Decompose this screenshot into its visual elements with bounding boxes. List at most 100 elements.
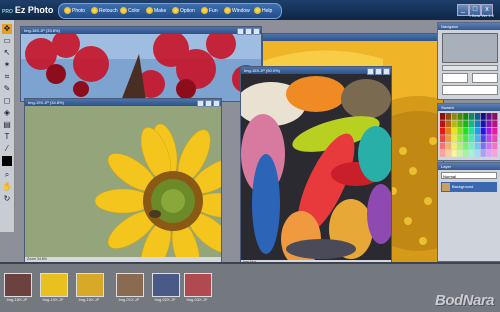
menu-item-color[interactable]: Color xyxy=(119,4,140,18)
swatch-cell[interactable] xyxy=(451,135,457,142)
swatch-cell[interactable] xyxy=(440,150,446,157)
swatch-cell[interactable] xyxy=(451,150,457,157)
thumbnail-image[interactable] xyxy=(184,273,212,297)
menu-item-retouch[interactable]: Retouch xyxy=(90,4,118,18)
swatch-cell[interactable] xyxy=(457,127,463,135)
swatch-cell[interactable] xyxy=(474,135,480,142)
minimize-icon[interactable] xyxy=(367,68,374,75)
maximize-icon[interactable] xyxy=(205,100,212,107)
swatch-cell[interactable] xyxy=(480,142,486,150)
swatch-cell[interactable] xyxy=(486,142,492,150)
swatch-cell[interactable] xyxy=(492,113,498,120)
swatch-cell[interactable] xyxy=(480,135,486,142)
close-icon[interactable] xyxy=(383,68,390,75)
swatch-cell[interactable] xyxy=(451,120,457,128)
swatch-cell[interactable] xyxy=(474,120,480,128)
swatch-cell[interactable] xyxy=(480,150,486,157)
swatch-cell[interactable] xyxy=(463,113,469,120)
gradient-tool-icon[interactable]: ▤ xyxy=(2,120,12,130)
swatch-cell[interactable] xyxy=(492,150,498,157)
swatch-cell[interactable] xyxy=(486,127,492,135)
lasso-tool-icon[interactable]: ↖ xyxy=(2,48,12,58)
minimize-button[interactable]: _ xyxy=(457,4,469,16)
swatch-cell[interactable] xyxy=(486,150,492,157)
swatch-cell[interactable] xyxy=(451,113,457,120)
swatch-cell[interactable] xyxy=(469,113,475,120)
rotate-tool-icon[interactable]: ↻ xyxy=(2,194,12,204)
move-tool-icon[interactable]: ✥ xyxy=(2,24,12,34)
zoom-slider[interactable] xyxy=(442,65,498,71)
swatch-cell[interactable] xyxy=(492,135,498,142)
swatch-cell[interactable] xyxy=(440,120,446,128)
foreground-color-swatch[interactable] xyxy=(2,156,12,166)
maximize-icon[interactable] xyxy=(245,28,252,35)
swatch-cell[interactable] xyxy=(480,113,486,120)
swatch-cell[interactable] xyxy=(480,127,486,135)
swatch-cell[interactable] xyxy=(445,127,451,135)
swatch-cell[interactable] xyxy=(463,142,469,150)
swatch-cell[interactable] xyxy=(463,135,469,142)
swatch-cell[interactable] xyxy=(445,142,451,150)
info-field[interactable] xyxy=(472,73,498,83)
zoom-field[interactable] xyxy=(442,73,468,83)
close-icon[interactable] xyxy=(213,100,220,107)
swatch-cell[interactable] xyxy=(469,127,475,135)
layer-row[interactable]: Background xyxy=(441,182,497,192)
eraser-tool-icon[interactable]: ◻ xyxy=(2,96,12,106)
fill-tool-icon[interactable]: ◈ xyxy=(2,108,12,118)
swatch-cell[interactable] xyxy=(440,127,446,135)
swatch-cell[interactable] xyxy=(474,127,480,135)
minimize-icon[interactable] xyxy=(237,28,244,35)
swatch-cell[interactable] xyxy=(445,150,451,157)
swatch-cell[interactable] xyxy=(492,127,498,135)
swatch-cell[interactable] xyxy=(445,135,451,142)
swatch-cell[interactable] xyxy=(474,142,480,150)
swatch-cell[interactable] xyxy=(451,127,457,135)
maximize-icon[interactable] xyxy=(375,68,382,75)
thumbnail-image[interactable] xyxy=(40,273,68,297)
swatch-cell[interactable] xyxy=(445,120,451,128)
zoom-tool-icon[interactable]: ⌕ xyxy=(2,170,12,180)
hand-tool-icon[interactable]: ✋ xyxy=(2,182,12,192)
marquee-tool-icon[interactable]: ▭ xyxy=(2,36,12,46)
thumbnail-image[interactable] xyxy=(152,273,180,297)
swatch-cell[interactable] xyxy=(463,127,469,135)
thumbnail-image[interactable] xyxy=(76,273,104,297)
swatch-cell[interactable] xyxy=(486,113,492,120)
thumbnail-image[interactable] xyxy=(116,273,144,297)
swatch-cell[interactable] xyxy=(469,142,475,150)
menu-item-help[interactable]: Help xyxy=(253,4,272,18)
swatch-cell[interactable] xyxy=(486,120,492,128)
swatch-cell[interactable] xyxy=(440,135,446,142)
text-tool-icon[interactable]: T xyxy=(2,132,12,142)
swatch-cell[interactable] xyxy=(469,135,475,142)
blend-mode-select[interactable]: Normal xyxy=(441,172,497,179)
swatch-cell[interactable] xyxy=(440,142,446,150)
navigator-preview[interactable] xyxy=(442,33,498,63)
menu-item-photo[interactable]: Photo xyxy=(63,4,85,18)
swatch-grid[interactable] xyxy=(438,111,500,159)
thumbnail-image[interactable] xyxy=(4,273,32,297)
swatch-cell[interactable] xyxy=(463,150,469,157)
image-window-leaves[interactable]: Img-18X.JP (33.6%) xyxy=(20,26,262,102)
swatch-cell[interactable] xyxy=(474,150,480,157)
menu-item-fun[interactable]: Fun xyxy=(200,4,218,18)
swatch-cell[interactable] xyxy=(445,113,451,120)
swatch-cell[interactable] xyxy=(451,142,457,150)
swatch-cell[interactable] xyxy=(469,120,475,128)
swatch-cell[interactable] xyxy=(457,142,463,150)
menu-item-make[interactable]: Make xyxy=(145,4,166,18)
crop-tool-icon[interactable]: ⌗ xyxy=(2,72,12,82)
swatch-cell[interactable] xyxy=(474,113,480,120)
swatch-cell[interactable] xyxy=(457,120,463,128)
swatch-cell[interactable] xyxy=(469,150,475,157)
minimize-icon[interactable] xyxy=(197,100,204,107)
swatch-cell[interactable] xyxy=(480,120,486,128)
swatch-cell[interactable] xyxy=(457,150,463,157)
close-icon[interactable] xyxy=(253,28,260,35)
menu-item-option[interactable]: Option xyxy=(171,4,195,18)
swatch-cell[interactable] xyxy=(440,113,446,120)
swatch-cell[interactable] xyxy=(486,135,492,142)
wand-tool-icon[interactable]: ✶ xyxy=(2,60,12,70)
eyedropper-tool-icon[interactable]: ⁄ xyxy=(2,144,12,154)
